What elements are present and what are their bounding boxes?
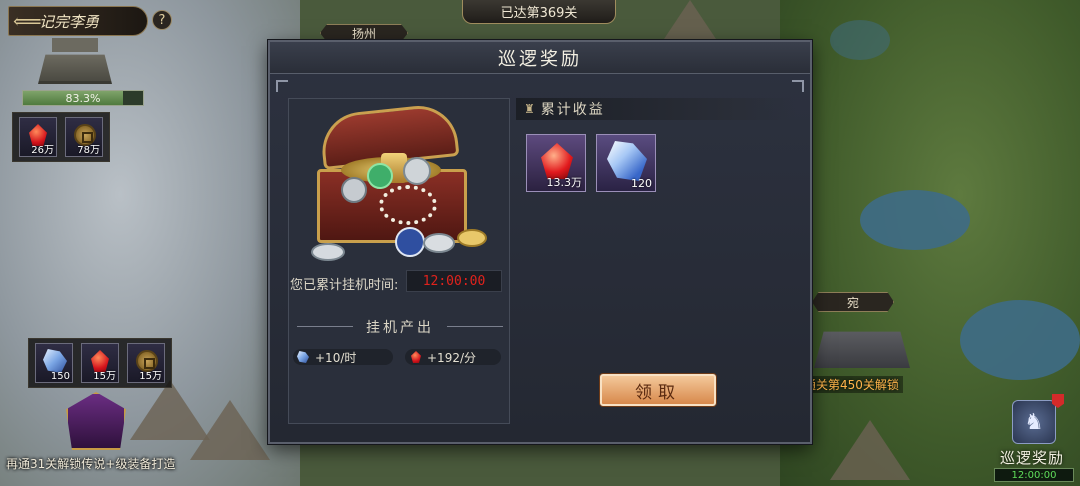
idle-time-label: 您已累计挂机时间: xyxy=(290,278,399,293)
resource-slot[interactable]: 15万 xyxy=(81,343,119,383)
city-unlock-hint: 通关第450关解锁 xyxy=(800,376,903,393)
claim-button-label: 领取 xyxy=(635,382,681,403)
reward-qty: 120 xyxy=(631,177,652,190)
fortress-tower xyxy=(52,38,98,52)
resource-qty: 150 xyxy=(50,371,70,382)
city-tag-wan[interactable]: 宛 xyxy=(812,292,894,312)
back-button-label: 记完李勇 xyxy=(39,12,100,31)
stage-progress-banner: 已达第369关 xyxy=(462,0,616,24)
city-name: 宛 xyxy=(846,295,859,310)
help-icon: ? xyxy=(158,12,166,28)
back-button[interactable]: ⟸ 记完李勇 xyxy=(8,6,148,36)
horn-icon: ♜ xyxy=(524,102,537,116)
output-title: 挂机产出 xyxy=(366,320,434,336)
rate-crystal: +10/时 xyxy=(293,349,393,365)
resource-slot[interactable]: 15万 xyxy=(127,343,165,383)
output-divider: 挂机产出 xyxy=(297,317,503,337)
stage-progress-text: 已达第369关 xyxy=(500,6,578,21)
patrol-reward-label: 巡逻奖励 xyxy=(1000,449,1065,467)
resource-slot[interactable]: 26万 xyxy=(19,117,57,157)
city-name: 扬州 xyxy=(351,26,376,41)
resource-qty: 78万 xyxy=(77,145,100,156)
back-arrow-icon: ⟸ xyxy=(13,9,42,33)
accumulated-title: 累计收益 xyxy=(540,102,605,118)
dialog-header: 巡逻奖励 xyxy=(270,42,810,74)
reward-qty: 13.3万 xyxy=(546,176,583,189)
fortress-progress-bar: 83.3% xyxy=(22,90,144,106)
resource-slot[interactable]: 78万 xyxy=(65,117,103,157)
patrol-timer-bar: 12:00:00 xyxy=(994,468,1074,482)
claim-button[interactable]: 领取 xyxy=(600,374,716,406)
reward-slot[interactable]: 13.3万 xyxy=(526,134,586,192)
rate-text: +10/时 xyxy=(315,350,357,365)
blue-crystal-icon xyxy=(297,351,309,363)
unlock-hint: 再通31关解锁传说+级装备打造 xyxy=(6,457,176,471)
resource-slot[interactable]: 150 xyxy=(35,343,73,383)
help-button[interactable]: ? xyxy=(152,10,172,30)
frame-corner xyxy=(276,80,288,92)
resource-box-top: 26万 78万 xyxy=(12,112,110,162)
patrol-reward-dialog: 巡逻奖励 挂机产出 +10/时 +192/分 您已累计挂机时间: 12:00:0… xyxy=(268,40,812,444)
red-gem-icon xyxy=(411,351,421,363)
accumulated-header: ♜ 累计收益 xyxy=(516,98,796,120)
resource-qty: 15万 xyxy=(139,371,162,382)
blue-crystal-icon xyxy=(43,349,67,373)
idle-time-value: 12:00:00 xyxy=(406,270,502,292)
rate-gem: +192/分 xyxy=(405,349,501,365)
horse-rider-icon: ♞ xyxy=(1024,409,1044,435)
treasure-chest-icon xyxy=(311,102,487,261)
dialog-title: 巡逻奖励 xyxy=(498,48,582,70)
idle-panel: 挂机产出 +10/时 +192/分 xyxy=(288,98,510,424)
patrol-reward-button[interactable]: ♞ xyxy=(1012,400,1056,444)
rate-text: +192/分 xyxy=(427,350,477,365)
patrol-timer-text: 12:00:00 xyxy=(1011,469,1057,481)
resource-qty: 26万 xyxy=(31,145,54,156)
reward-slot[interactable]: 120 xyxy=(596,134,656,192)
progress-text: 83.3% xyxy=(65,91,101,105)
frame-corner xyxy=(792,80,804,92)
resource-box-bottom: 150 15万 15万 xyxy=(28,338,172,388)
blue-crystal-icon xyxy=(607,141,647,181)
resource-qty: 15万 xyxy=(93,371,116,382)
